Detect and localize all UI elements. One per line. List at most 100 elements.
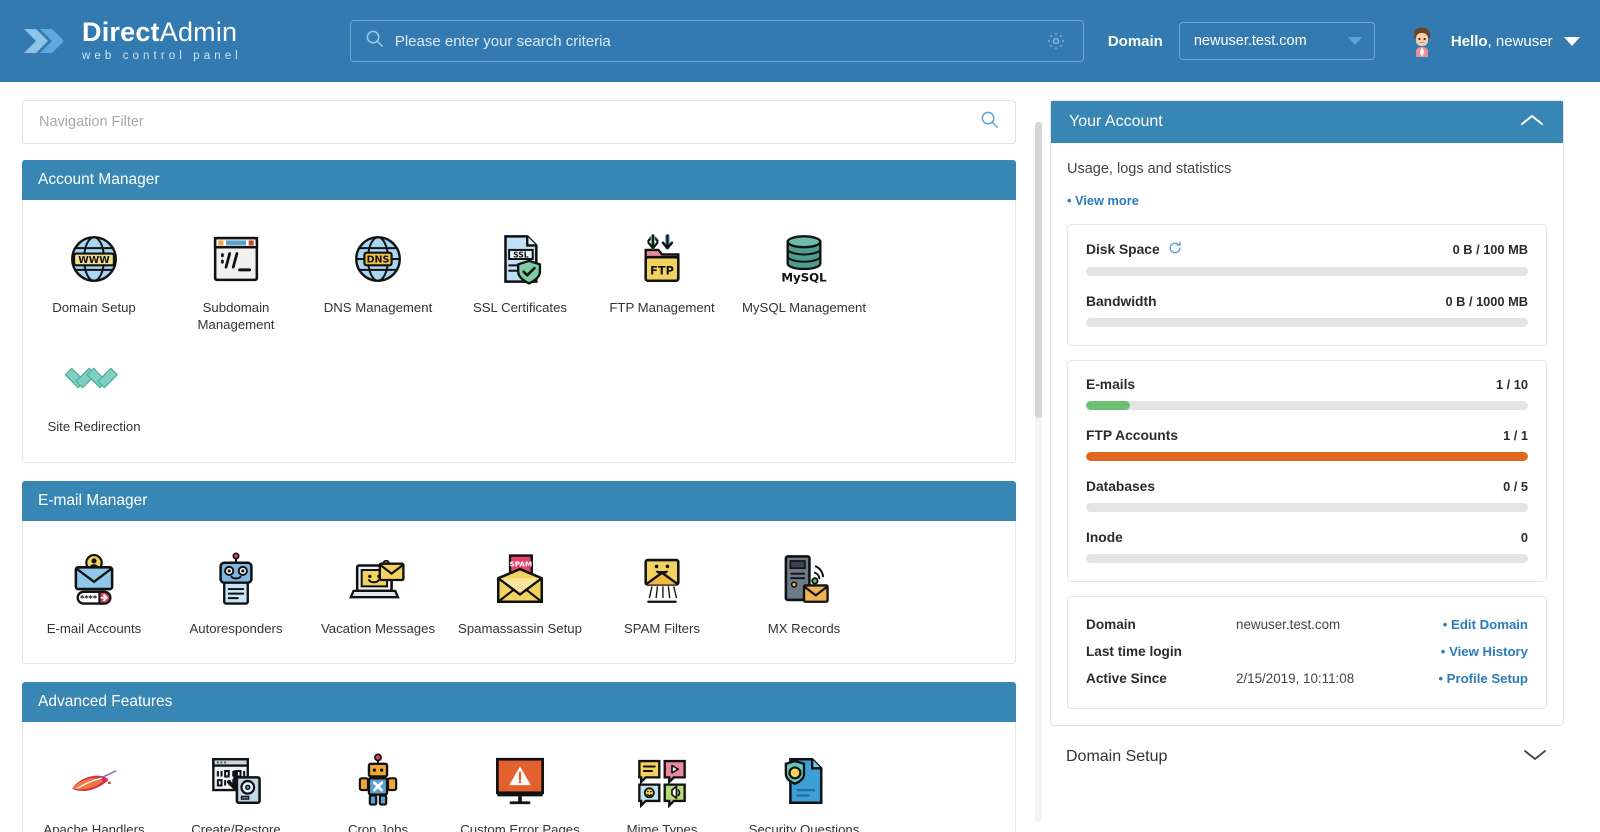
svg-text:****: **** bbox=[80, 592, 98, 602]
user-avatar-icon[interactable] bbox=[1407, 25, 1437, 57]
tile-mx-records[interactable]: MX Records bbox=[733, 543, 875, 646]
robot-message-icon bbox=[207, 547, 265, 609]
panel-title: Domain Setup bbox=[1066, 748, 1167, 766]
brand-tagline: web control panel bbox=[82, 51, 242, 63]
svg-text:DNS: DNS bbox=[367, 254, 390, 265]
document-shield-icon bbox=[775, 748, 833, 810]
navigation-filter[interactable] bbox=[22, 100, 1016, 144]
usage-label-text: Bandwidth bbox=[1086, 294, 1157, 309]
domain-setup-panel-header[interactable]: Domain Setup bbox=[1050, 726, 1564, 785]
usage-value: 0 B / 1000 MB bbox=[1445, 294, 1528, 309]
info-row-last-time-login: Last time login • View History bbox=[1086, 638, 1528, 665]
usage-label: Disk Space bbox=[1086, 241, 1182, 258]
tile-custom-error-pages[interactable]: Custom Error Pages bbox=[449, 744, 591, 832]
tile-label: Security Questions bbox=[749, 822, 860, 832]
section-tiles: **** E-mail Accounts bbox=[22, 521, 1016, 665]
tile-spam-filters[interactable]: SPAM Filters bbox=[591, 543, 733, 646]
tile-label: Create/Restore Backups bbox=[170, 822, 302, 832]
globe-www-icon: WWW bbox=[65, 226, 123, 288]
tile-ssl-certificates[interactable]: SSL SSL Certificates bbox=[449, 222, 591, 341]
brand-name-thin: Admin bbox=[160, 17, 238, 47]
profile-setup-link[interactable]: • Profile Setup bbox=[1438, 671, 1528, 686]
content-scrollbar[interactable] bbox=[1030, 82, 1046, 832]
greeting-bold: Hello bbox=[1451, 33, 1488, 50]
tile-mysql-management[interactable]: MySQL MySQL Management bbox=[733, 222, 875, 341]
section-email-manager: E-mail Manager *** bbox=[22, 481, 1016, 665]
navigation-filter-input[interactable] bbox=[39, 114, 980, 130]
info-row-active-since: Active Since 2/15/2019, 10:11:08 • Profi… bbox=[1086, 665, 1528, 692]
usage-row-bandwidth: Bandwidth 0 B / 1000 MB bbox=[1086, 294, 1528, 309]
usage-label: Bandwidth bbox=[1086, 294, 1157, 309]
greeting-username: , newuser bbox=[1488, 33, 1553, 50]
tile-create-restore-backups[interactable]: Create/Restore Backups bbox=[165, 744, 307, 832]
gear-icon[interactable] bbox=[1043, 28, 1069, 54]
view-history-link[interactable]: • View History bbox=[1441, 644, 1528, 659]
tile-label: Vacation Messages bbox=[321, 621, 435, 638]
tile-label: Mime Types bbox=[627, 822, 698, 832]
view-more-link[interactable]: • View more bbox=[1067, 193, 1547, 208]
usage-bar-inode bbox=[1086, 554, 1528, 563]
laptop-envelope-icon bbox=[349, 547, 407, 609]
tile-email-accounts[interactable]: **** E-mail Accounts bbox=[23, 543, 165, 646]
tile-mime-types[interactable]: Mime Types bbox=[591, 744, 733, 832]
section-header[interactable]: Account Manager bbox=[22, 160, 1016, 200]
tile-label: E-mail Accounts bbox=[47, 621, 142, 638]
tile-apache-handlers[interactable]: Apache Handlers bbox=[23, 744, 165, 832]
usage-row-disk-space: Disk Space 0 B / 100 MB bbox=[1086, 241, 1528, 258]
your-account-header[interactable]: Your Account bbox=[1051, 101, 1563, 143]
sidebar: Your Account Usage, logs and statistics … bbox=[1046, 82, 1586, 832]
info-key: Active Since bbox=[1086, 671, 1236, 686]
domain-selector[interactable]: newuser.test.com bbox=[1179, 22, 1375, 60]
your-account-body: Usage, logs and statistics • View more D… bbox=[1051, 143, 1563, 725]
mysql-database-icon: MySQL bbox=[775, 226, 833, 288]
chevron-down-icon[interactable] bbox=[1522, 746, 1548, 767]
account-info-box: Domain newuser.test.com • Edit Domain La… bbox=[1067, 596, 1547, 709]
tile-vacation-messages[interactable]: Vacation Messages bbox=[307, 543, 449, 646]
scrollbar-track[interactable] bbox=[1035, 122, 1042, 822]
usage-row-ftp-accounts: FTP Accounts 1 / 1 bbox=[1086, 428, 1528, 443]
section-tiles: Apache Handlers bbox=[22, 722, 1016, 832]
usage-value: 0 bbox=[1521, 530, 1528, 545]
usage-label: FTP Accounts bbox=[1086, 428, 1178, 443]
tile-dns-management[interactable]: DNS DNS Management bbox=[307, 222, 449, 341]
tile-label: DNS Management bbox=[324, 300, 432, 317]
svg-text:MySQL: MySQL bbox=[781, 271, 827, 285]
your-account-panel: Your Account Usage, logs and statistics … bbox=[1050, 100, 1564, 726]
user-greeting[interactable]: Hello, newuser bbox=[1451, 33, 1553, 50]
info-value: newuser.test.com bbox=[1236, 617, 1443, 632]
tile-subdomain-management[interactable]: Subdomain Management bbox=[165, 222, 307, 341]
refresh-icon[interactable] bbox=[1168, 241, 1182, 258]
tile-ftp-management[interactable]: FTP FTP Management bbox=[591, 222, 733, 341]
tile-security-questions[interactable]: Security Questions bbox=[733, 744, 875, 832]
usage-label: E-mails bbox=[1086, 377, 1135, 392]
double-chevron-right-icon bbox=[22, 20, 68, 62]
usage-value: 0 / 5 bbox=[1503, 479, 1528, 494]
domain-label: Domain bbox=[1108, 33, 1163, 50]
search-input[interactable] bbox=[384, 33, 1043, 50]
chevron-down-icon bbox=[1348, 37, 1362, 45]
section-account-manager: Account Manager WWW Domain Setup bbox=[22, 160, 1016, 463]
info-key: Domain bbox=[1086, 617, 1236, 632]
usage-label: Databases bbox=[1086, 479, 1155, 494]
tile-spamassassin-setup[interactable]: SPAM Spamassassin Setup bbox=[449, 543, 591, 646]
scrollbar-thumb[interactable] bbox=[1035, 122, 1042, 418]
usage-bar-emails bbox=[1086, 401, 1528, 410]
envelope-user-password-icon: **** bbox=[65, 547, 123, 609]
search-icon[interactable] bbox=[980, 110, 999, 134]
tile-domain-setup[interactable]: WWW Domain Setup bbox=[23, 222, 165, 341]
tile-cron-jobs[interactable]: Cron Jobs bbox=[307, 744, 449, 832]
section-header[interactable]: E-mail Manager bbox=[22, 481, 1016, 521]
tile-autoresponders[interactable]: Autoresponders bbox=[165, 543, 307, 646]
chevron-up-icon[interactable] bbox=[1519, 112, 1545, 133]
monitor-warning-icon bbox=[491, 748, 549, 810]
brand-logo[interactable]: DirectAdmin web control panel bbox=[22, 19, 242, 63]
section-title: Advanced Features bbox=[38, 693, 172, 711]
edit-domain-link[interactable]: • Edit Domain bbox=[1443, 617, 1528, 632]
tile-site-redirection[interactable]: Site Redirection bbox=[23, 341, 165, 444]
chevron-down-icon[interactable] bbox=[1564, 37, 1580, 46]
tile-label: Domain Setup bbox=[52, 300, 136, 317]
ftp-folder-arrows-icon: FTP bbox=[633, 226, 691, 288]
section-header[interactable]: Advanced Features bbox=[22, 682, 1016, 722]
global-search[interactable] bbox=[350, 20, 1084, 62]
usage-value: 0 B / 100 MB bbox=[1453, 242, 1528, 257]
